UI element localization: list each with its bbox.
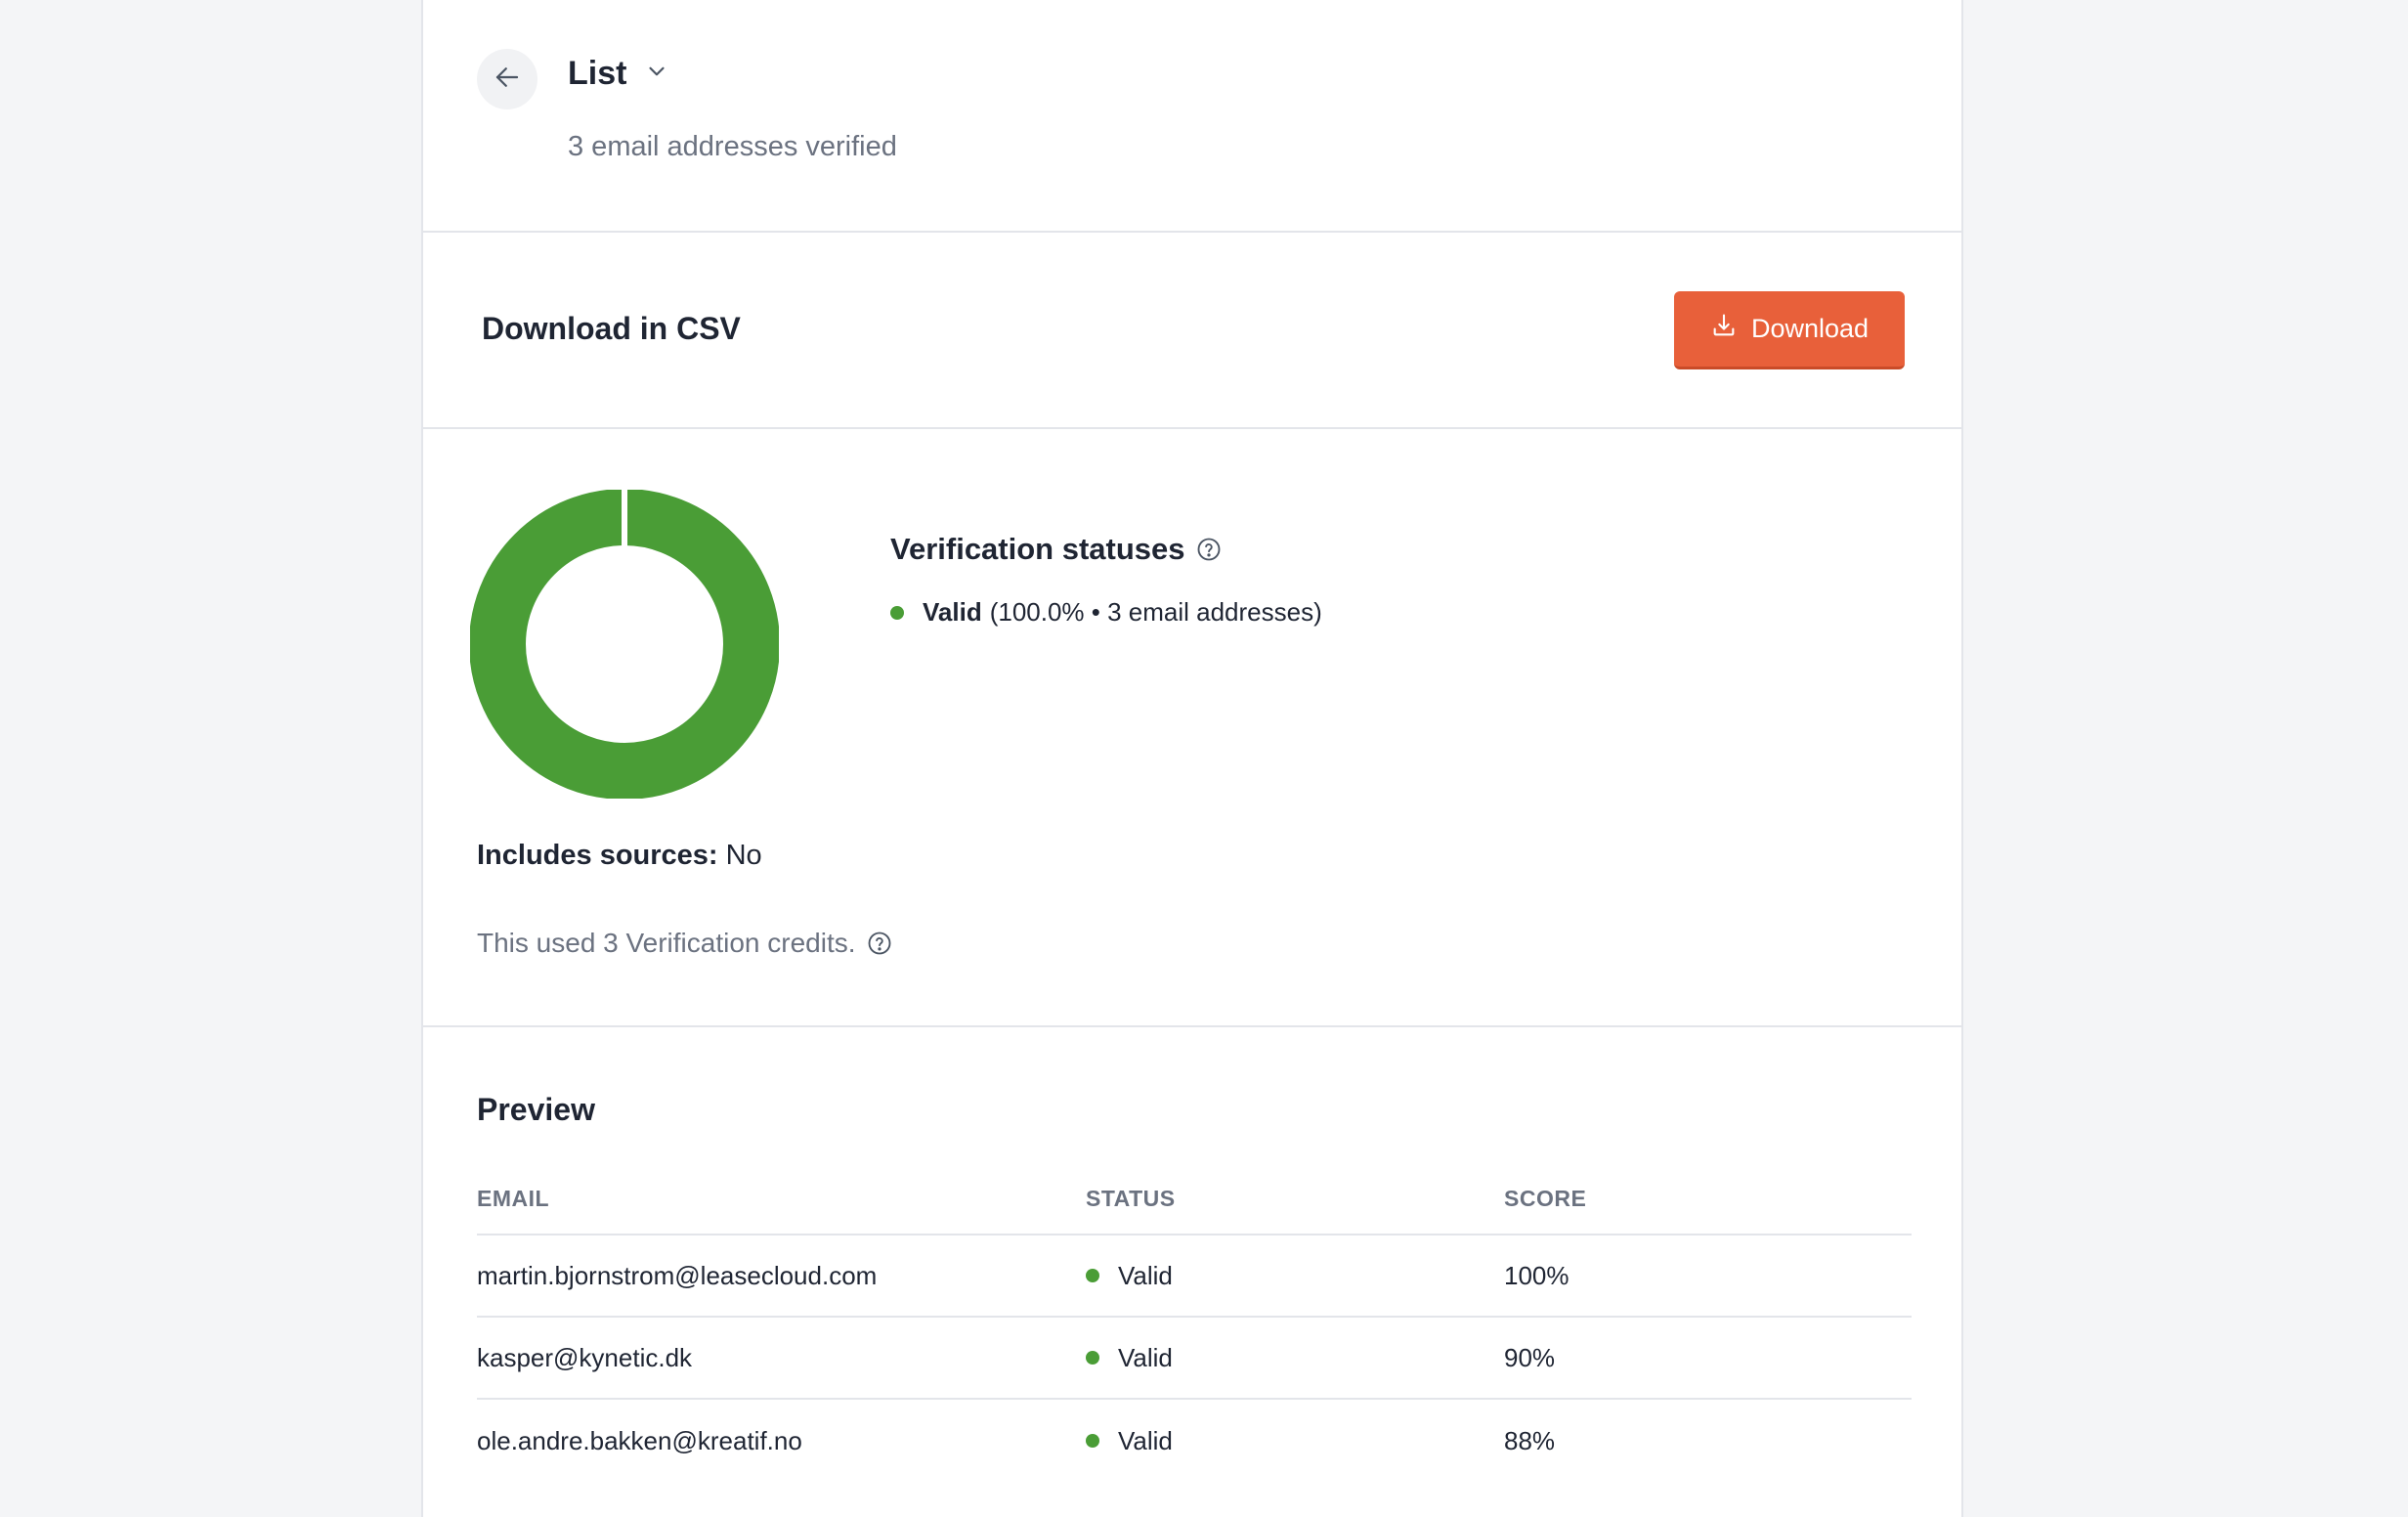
download-section: Download in CSV Download: [423, 233, 1961, 429]
column-header-email: EMAIL: [477, 1186, 550, 1211]
table-row: kasper@kynetic.dk Valid 90%: [477, 1318, 1912, 1400]
score-cell: 90%: [1504, 1342, 1556, 1372]
preview-table: EMAIL STATUS SCORE martin.bjornstrom@lea…: [477, 1164, 1912, 1482]
includes-sources: Includes sources: No: [477, 840, 762, 872]
download-button[interactable]: Download: [1674, 291, 1905, 369]
table-row: ole.andre.bakken@kreatif.no Valid 88%: [477, 1400, 1912, 1482]
email-cell: kasper@kynetic.dk: [477, 1342, 693, 1372]
score-cell: 88%: [1504, 1425, 1556, 1455]
verification-statuses-title: Verification statuses: [890, 532, 1185, 566]
list-title: List: [568, 55, 627, 92]
preview-section: Preview EMAIL STATUS SCORE martin.bjorns…: [423, 1027, 1961, 1516]
download-button-label: Download: [1750, 314, 1870, 343]
legend-label: Valid: [923, 597, 982, 627]
list-header: List 3 email addresses verified: [423, 0, 1961, 233]
table-row: martin.bjornstrom@leasecloud.com Valid 1…: [477, 1235, 1912, 1318]
status-cell: Valid: [1086, 1261, 1504, 1291]
verification-section: Verification statuses Valid (100.0% • 3 …: [423, 429, 1961, 1027]
valid-status-dot: [1086, 1269, 1099, 1282]
status-label: Valid: [1118, 1342, 1173, 1372]
verification-statuses-heading: Verification statuses: [890, 532, 1223, 567]
credits-used: This used 3 Verification credits.: [477, 928, 893, 959]
question-circle-icon[interactable]: [1195, 536, 1223, 563]
email-cell: ole.andre.bakken@kreatif.no: [477, 1425, 802, 1455]
donut-slice-valid: [470, 490, 779, 799]
legend-item-valid: Valid (100.0% • 3 email addresses): [890, 597, 1322, 628]
valid-status-dot: [890, 605, 904, 620]
status-cell: Valid: [1086, 1343, 1504, 1373]
valid-status-dot: [1086, 1434, 1099, 1448]
back-button[interactable]: [477, 49, 538, 109]
download-icon: [1710, 312, 1738, 346]
includes-sources-label: Includes sources:: [477, 840, 718, 871]
legend-detail: (100.0% • 3 email addresses): [989, 597, 1322, 627]
verification-donut-chart: [470, 490, 779, 799]
email-cell: martin.bjornstrom@leasecloud.com: [477, 1260, 878, 1290]
list-title-dropdown[interactable]: List: [568, 55, 669, 93]
credits-text: This used 3 Verification credits.: [477, 928, 856, 958]
preview-title: Preview: [477, 1092, 595, 1127]
verified-count-subtitle: 3 email addresses verified: [568, 131, 897, 162]
list-detail-panel: List 3 email addresses verified Download…: [421, 0, 1963, 1517]
table-header: EMAIL STATUS SCORE: [477, 1164, 1912, 1235]
status-cell: Valid: [1086, 1426, 1504, 1456]
question-circle-icon[interactable]: [866, 930, 893, 957]
status-label: Valid: [1118, 1425, 1173, 1455]
column-header-score: SCORE: [1504, 1186, 1587, 1211]
download-title: Download in CSV: [482, 311, 741, 346]
score-cell: 100%: [1504, 1260, 1570, 1290]
arrow-left-icon: [493, 63, 522, 97]
column-header-status: STATUS: [1086, 1186, 1176, 1211]
valid-status-dot: [1086, 1351, 1099, 1365]
includes-sources-value: No: [725, 840, 762, 871]
status-label: Valid: [1118, 1260, 1173, 1290]
chevron-down-icon: [644, 55, 669, 93]
